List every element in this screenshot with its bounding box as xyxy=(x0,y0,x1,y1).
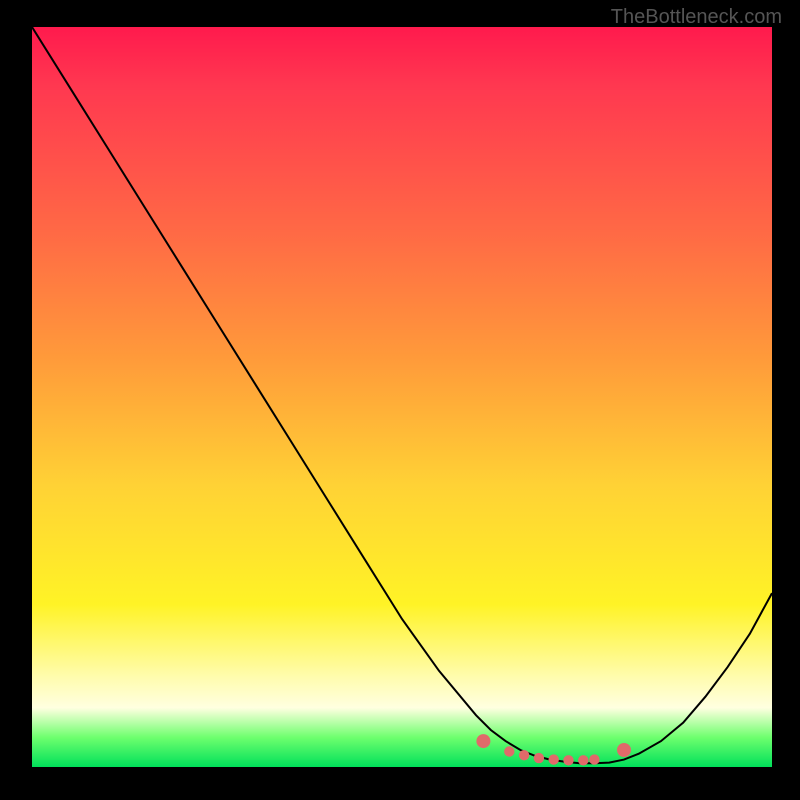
chart-container: TheBottleneck.com xyxy=(0,0,800,800)
marker-point xyxy=(617,743,631,757)
marker-point xyxy=(589,754,599,764)
marker-point xyxy=(504,746,514,756)
marker-point xyxy=(519,750,529,760)
marker-point xyxy=(578,755,588,765)
marker-point xyxy=(534,753,544,763)
marker-point xyxy=(549,754,559,764)
marker-point xyxy=(563,755,573,765)
watermark-text: TheBottleneck.com xyxy=(611,6,782,29)
marker-group xyxy=(476,734,631,765)
plot-area xyxy=(32,27,772,767)
markers-svg xyxy=(32,27,772,767)
marker-point xyxy=(476,734,490,748)
